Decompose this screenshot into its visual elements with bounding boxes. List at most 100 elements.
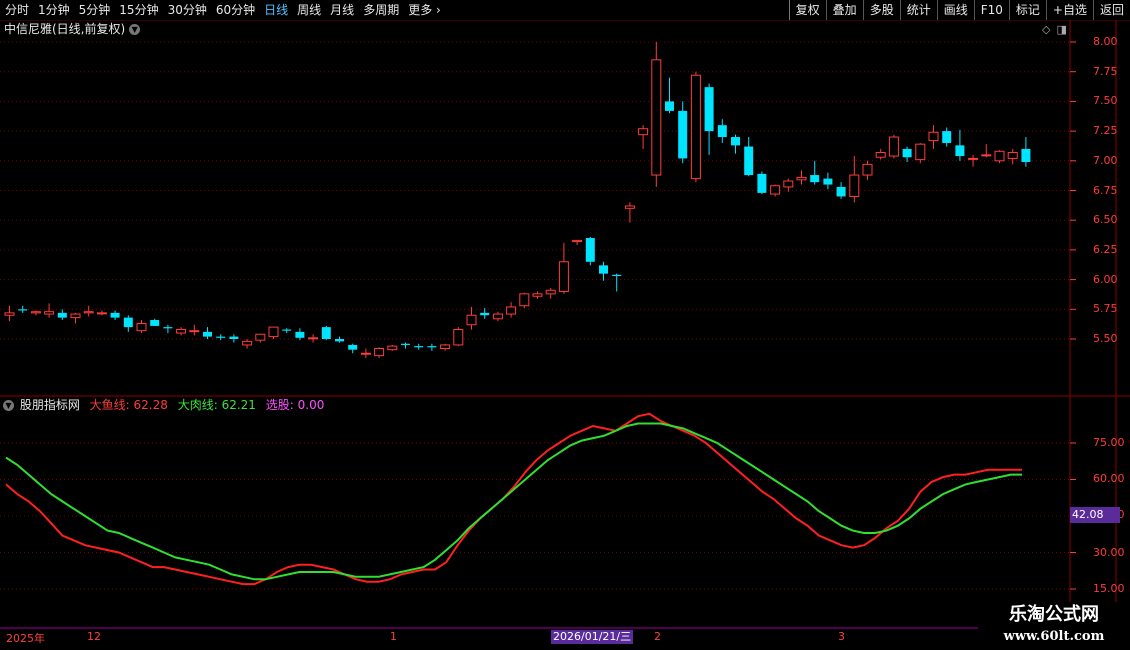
candle-body (70, 313, 81, 319)
candle-body (123, 317, 133, 328)
candle-body (387, 345, 398, 351)
candle-body (981, 154, 992, 157)
candle-body (955, 145, 965, 157)
candle-body (599, 265, 608, 274)
watermark-url: www.60lt.com (1003, 629, 1105, 644)
candle-body (849, 174, 860, 197)
candle-body (295, 331, 305, 338)
price-tick-label: 7.50 (1093, 94, 1118, 108)
fish-line (5, 412, 1022, 586)
candle-body (308, 337, 319, 340)
candle-body (492, 313, 503, 320)
price-tick-label: 6.50 (1093, 213, 1118, 227)
candle-body (585, 238, 595, 262)
indicator-header: ▼ 股朋指标网 大鱼线: 62.28 大肉线: 62.21 选股: 0.00 (3, 398, 324, 412)
candle-body (229, 336, 239, 339)
candle-body (216, 336, 226, 338)
candle-body (242, 340, 253, 346)
candle-body (558, 261, 569, 292)
candle-body (189, 330, 200, 333)
meat-line (5, 422, 1022, 581)
candle-body (968, 157, 979, 160)
candle-body (4, 312, 15, 316)
candle-body (176, 328, 187, 334)
candle-body (519, 293, 530, 307)
indicator-tick-label: 30.00 (1093, 546, 1125, 559)
candle-body (282, 329, 292, 331)
price-tick-label: 6.00 (1093, 272, 1118, 286)
candle-body (994, 150, 1005, 162)
candle-body (57, 312, 67, 318)
candle-body (823, 178, 833, 185)
meat-line-value: 大肉线: 62.21 (177, 398, 256, 412)
candle-body (836, 186, 846, 197)
candle-body (466, 314, 477, 326)
candle-body (902, 148, 912, 158)
candle-body (255, 333, 266, 341)
candle-body (717, 125, 727, 138)
candle-body (704, 87, 714, 132)
price-tick-label: 5.50 (1093, 332, 1118, 345)
fish-line-value: 大鱼线: 62.28 (89, 398, 168, 412)
candle-body (532, 293, 543, 297)
candle-body (624, 205, 635, 209)
candle-body (453, 328, 464, 346)
candle-body (268, 326, 279, 338)
candle-body (150, 319, 160, 326)
candle-body (506, 306, 517, 315)
watermark: 乐淘公式网 www.60lt.com (978, 602, 1130, 650)
indicator-cursor-value: 42.08 (1070, 507, 1120, 523)
time-tick-label: 12 (87, 630, 101, 643)
candle-body (348, 344, 358, 350)
candle-body (810, 175, 820, 183)
price-tick-label: 8.00 (1093, 35, 1118, 48)
watermark-title: 乐淘公式网 (1009, 604, 1099, 625)
candle-body (1021, 148, 1031, 162)
kline-chart[interactable] (0, 0, 1130, 650)
price-tick-label: 6.75 (1093, 183, 1118, 197)
candle-body (440, 344, 451, 350)
candle-body (163, 327, 173, 329)
candle-body (401, 343, 410, 345)
candle-body (545, 289, 556, 295)
candle-body (942, 131, 952, 143)
candle-body (96, 312, 107, 315)
candle-body (110, 312, 120, 318)
indicator-tick-label: 60.00 (1093, 472, 1125, 485)
candle-body (414, 346, 424, 348)
candle-body (44, 311, 55, 315)
candle-body (757, 173, 767, 193)
candle-body (18, 309, 28, 311)
candle-body (928, 131, 939, 142)
candle-body (1007, 151, 1018, 159)
candle-body (862, 163, 873, 176)
candle-body (136, 323, 147, 332)
candle-body (915, 143, 926, 161)
indicator-tick-label: 75.00 (1093, 436, 1125, 449)
select-value: 选股: 0.00 (265, 398, 325, 412)
price-tick-label: 7.25 (1093, 124, 1118, 138)
price-tick-label: 6.25 (1093, 242, 1118, 256)
candle-body (612, 274, 622, 277)
candle-body (83, 311, 94, 314)
candle-body (360, 352, 371, 355)
candle-body (875, 151, 886, 158)
indicator-name[interactable]: 股朋指标网 (20, 398, 80, 412)
price-tick-label: 5.75 (1093, 302, 1118, 316)
candle-body (665, 101, 674, 111)
price-tick-label: 7.00 (1093, 153, 1118, 167)
time-axis: 2025年 12 1 2 3 (0, 630, 1070, 645)
price-tick-label: 7.75 (1093, 64, 1118, 78)
time-tick-label: 2025年 (6, 632, 45, 645)
time-tick-label: 1 (390, 630, 397, 643)
indicator-menu-icon[interactable]: ▼ (3, 400, 14, 411)
candle-body (427, 346, 437, 348)
candle-body (480, 312, 490, 316)
candle-body (888, 136, 899, 157)
indicator-tick-label: 15.00 (1093, 582, 1125, 595)
candle-body (321, 327, 331, 339)
candle-body (783, 180, 794, 188)
candle-body (374, 348, 385, 357)
candle-body (796, 176, 807, 181)
time-tick-label: 3 (838, 630, 845, 643)
